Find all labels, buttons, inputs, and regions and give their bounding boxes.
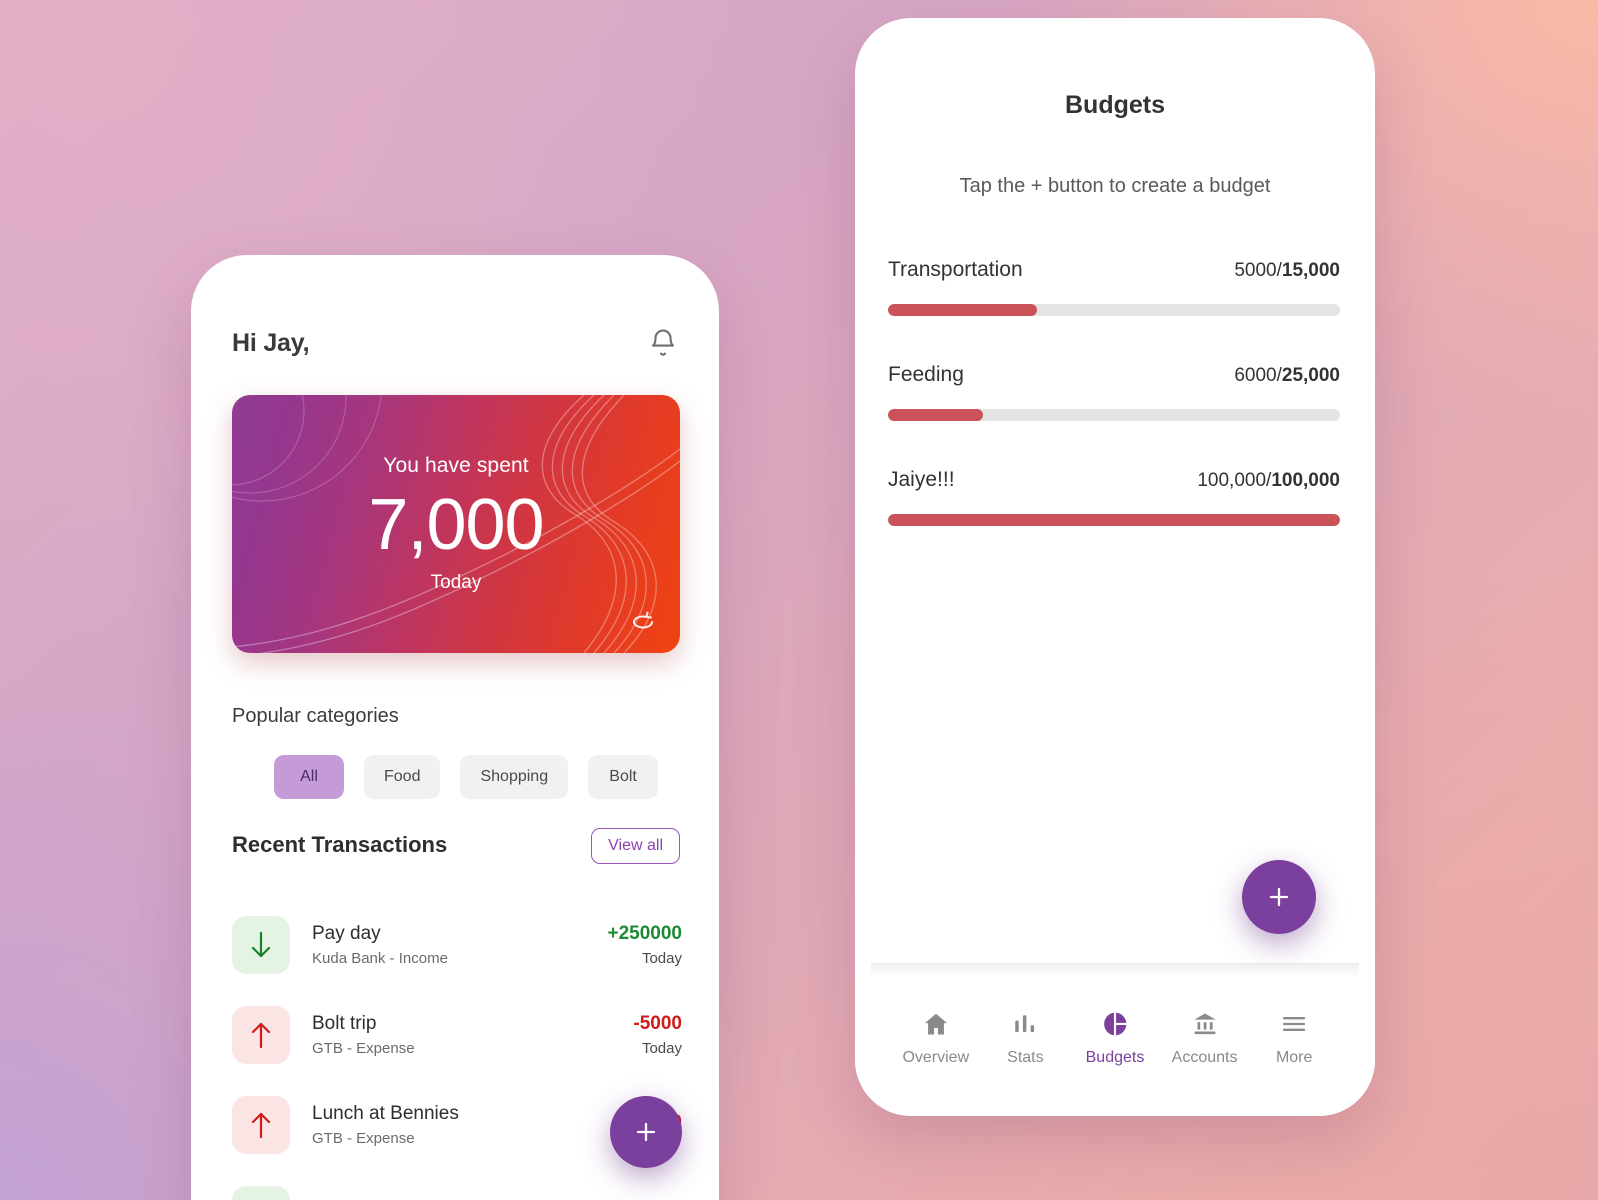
budget-limit: 25,000 [1281,365,1340,386]
list-item[interactable]: Jaiye!!! 100,000/100,000 [888,468,1340,526]
app-mockup-stage: Hi Jay, You have spent 7,000 Today Popul… [0,0,1598,1200]
budget-name: Jaiye!!! [888,468,955,491]
budget-name: Feeding [888,363,964,386]
nav-label: Budgets [1085,1049,1145,1066]
transaction-title: Pay day [312,923,381,944]
budgets-hint-text: Tap the + button to create a budget [959,175,1271,197]
table-row[interactable]: Bolt trip GTB - Expense -5000 Today [232,990,682,1080]
budget-progress-fill [888,304,1038,316]
nav-item-budgets[interactable]: Budgets [1070,1010,1160,1067]
transaction-subtitle: GTB - Expense [312,1040,415,1057]
category-chip-bolt[interactable]: Bolt [588,755,659,799]
budget-values: 6000/25,000 [1234,365,1340,386]
bell-icon[interactable] [648,327,678,359]
transaction-date: Today [641,1040,682,1057]
overview-header: Hi Jay, [232,327,678,359]
arrow-down-icon [232,1186,290,1200]
transaction-subtitle: GTB - Expense [312,1130,415,1147]
category-chip-food[interactable]: Food [364,755,441,799]
table-row[interactable] [232,1170,682,1200]
nav-item-accounts[interactable]: Accounts [1160,1010,1250,1067]
arrow-down-icon [232,916,290,974]
bar-chart-icon [1011,1010,1039,1038]
plus-icon [1265,883,1293,911]
spend-card-label: You have spent [383,454,529,478]
transaction-amount: -5000 [633,1013,682,1034]
refresh-icon[interactable] [628,611,658,635]
budget-spent: 6000 [1234,365,1277,386]
table-row[interactable]: Pay day Kuda Bank - Income +250000 Today [232,900,682,990]
greeting-text: Hi Jay, [232,328,310,357]
budget-spent: 5000 [1234,260,1277,281]
nav-label: Overview [902,1049,970,1066]
bottom-navigation: Overview Stats Budgets Accounts More [855,984,1375,1116]
transaction-amount: +250000 [607,923,683,944]
arrow-up-icon [232,1096,290,1154]
divider [871,963,1359,977]
nav-label: More [1275,1049,1313,1066]
budget-spent: 100,000 [1197,470,1267,491]
view-all-button[interactable]: View all [591,828,680,864]
pie-chart-icon [1101,1010,1129,1038]
bank-icon [1191,1010,1219,1038]
arrow-up-icon [232,1006,290,1064]
list-item[interactable]: Feeding 6000/25,000 [888,363,1340,421]
phone-budgets-screen: Budgets Tap the + button to create a bud… [855,18,1375,1116]
add-transaction-fab[interactable] [610,1096,682,1168]
budget-progress-track [888,304,1340,316]
plus-icon [632,1118,660,1146]
transaction-title: Lunch at Bennies [312,1103,459,1124]
transaction-list: Pay day Kuda Bank - Income +250000 Today… [232,900,682,1200]
spend-card-period: Today [430,571,482,593]
budget-list: Transportation 5000/15,000 Feeding 6000/… [888,258,1340,573]
budget-progress-track [888,409,1340,421]
menu-icon [1280,1010,1308,1038]
budget-name: Transportation [888,258,1023,281]
spend-card-amount: 7,000 [368,485,544,566]
spend-summary-card[interactable]: You have spent 7,000 Today [232,395,680,653]
nav-label: Accounts [1171,1049,1238,1066]
category-chip-group: All Food Shopping Bolt [274,755,659,799]
add-budget-fab[interactable] [1242,860,1316,934]
page-title: Budgets [1065,91,1165,119]
nav-item-more[interactable]: More [1249,1010,1339,1067]
budget-values: 5000/15,000 [1234,260,1340,281]
recent-transactions-title: Recent Transactions [232,832,448,857]
budget-progress-track [888,514,1340,526]
phone-overview-screen: Hi Jay, You have spent 7,000 Today Popul… [191,255,719,1200]
budget-limit: 100,000 [1271,470,1340,491]
nav-label: Stats [1007,1049,1044,1066]
nav-item-stats[interactable]: Stats [981,1010,1071,1067]
category-chip-shopping[interactable]: Shopping [460,755,569,799]
popular-categories-title: Popular categories [232,705,399,727]
budget-values: 100,000/100,000 [1197,470,1340,491]
transaction-subtitle: Kuda Bank - Income [312,950,448,967]
list-item[interactable]: Transportation 5000/15,000 [888,258,1340,316]
category-chip-all[interactable]: All [274,755,344,799]
budget-limit: 15,000 [1281,260,1340,281]
nav-item-overview[interactable]: Overview [891,1010,981,1067]
transaction-title: Bolt trip [312,1013,377,1034]
budget-progress-fill [888,409,983,421]
home-icon [922,1010,950,1038]
budget-progress-fill [888,514,1340,526]
transaction-date: Today [641,950,682,967]
